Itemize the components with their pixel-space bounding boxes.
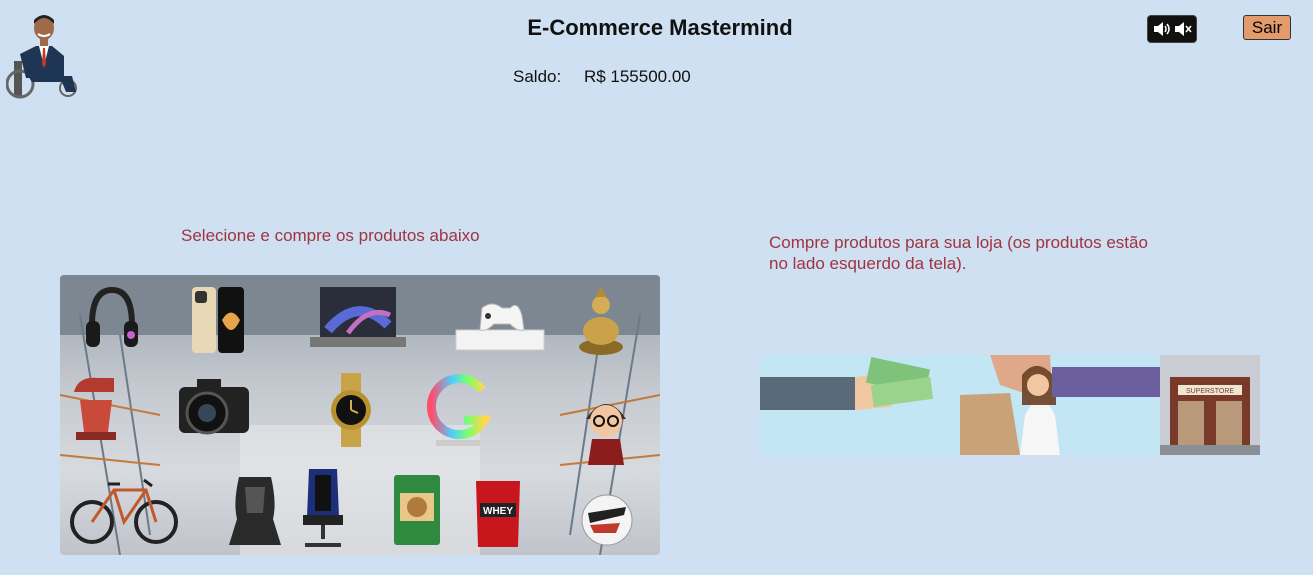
product-buddha-statue[interactable] xyxy=(575,285,627,357)
product-bicycle[interactable] xyxy=(68,470,180,548)
store-instruction: Compre produtos para sua loja (os produt… xyxy=(769,233,1148,273)
products-instruction: Selecione e compre os produtos abaixo xyxy=(181,226,480,245)
product-rgb-lamp[interactable] xyxy=(422,370,494,448)
speaker-on-icon[interactable] xyxy=(1152,20,1172,38)
store-illustration: SUPERSTORE xyxy=(760,355,1260,455)
product-stand-mixer[interactable] xyxy=(68,370,124,442)
svg-text:WHEY: WHEY xyxy=(483,506,513,517)
exit-button[interactable]: Sair xyxy=(1243,15,1291,40)
balance-display: Saldo: R$ 155500.00 xyxy=(513,67,691,87)
balance-value: R$ 155500.00 xyxy=(583,67,691,86)
product-whey-protein[interactable]: WHEY xyxy=(472,475,524,549)
storefront-sign: SUPERSTORE xyxy=(1186,388,1234,395)
product-soccer-ball[interactable] xyxy=(580,493,634,547)
product-wristwatch[interactable] xyxy=(325,373,377,447)
product-dog-food[interactable] xyxy=(392,473,442,547)
sound-toggle-button[interactable] xyxy=(1147,15,1197,43)
balance-label: Saldo: xyxy=(513,67,562,86)
product-smartphone[interactable] xyxy=(190,285,246,355)
product-laptop[interactable] xyxy=(308,285,408,357)
product-headphones[interactable] xyxy=(82,285,142,355)
product-collectible-figure[interactable] xyxy=(580,393,632,467)
page-title: E-Commerce Mastermind xyxy=(527,15,793,40)
product-gaming-chair[interactable] xyxy=(295,465,351,549)
speaker-off-icon[interactable] xyxy=(1173,20,1193,38)
warehouse-products-panel: WHEY xyxy=(60,275,660,555)
product-camera[interactable] xyxy=(175,375,255,445)
product-car-seat[interactable] xyxy=(225,473,285,547)
product-game-console[interactable] xyxy=(452,300,548,356)
